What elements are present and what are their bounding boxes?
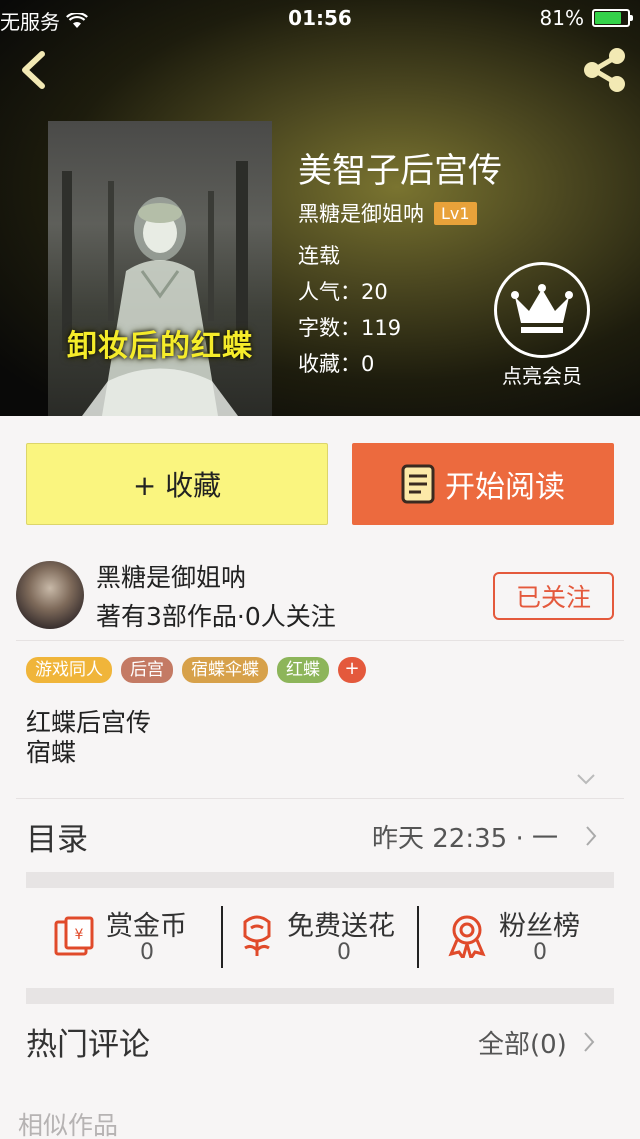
book-cover[interactable]: 卸妆后的红蝶	[48, 121, 272, 416]
chevron-right-icon[interactable]	[582, 1030, 596, 1054]
reward-fan-rank[interactable]: 粉丝榜 0	[419, 888, 614, 986]
author-avatar[interactable]	[16, 561, 84, 629]
battery-percent: 81%	[539, 6, 584, 30]
start-reading-button[interactable]: 开始阅读	[352, 443, 614, 525]
follow-button[interactable]: 已关注	[493, 572, 614, 620]
author-card-stats: 著有3部作品·0人关注	[96, 602, 336, 631]
reward-fan-rank-label: 粉丝榜	[499, 911, 580, 942]
flower-icon	[243, 915, 271, 956]
book-description: 红蝶后宫传 宿蝶	[26, 708, 151, 768]
hot-comments-label: 热门评论	[26, 1027, 150, 1063]
share-button[interactable]	[580, 46, 630, 94]
medal-icon	[448, 915, 486, 958]
chevron-down-icon[interactable]	[576, 772, 596, 786]
status-right: 81%	[539, 6, 633, 30]
tag-list: 游戏同人 后宫 宿蝶伞蝶 红蝶 +	[26, 657, 366, 683]
section-separator	[26, 988, 614, 1004]
book-title: 美智子后宫传	[298, 151, 502, 191]
vip-button[interactable]: 点亮会员	[492, 262, 592, 392]
follow-button-label: 已关注	[515, 583, 591, 612]
favorite-count: 收藏：0	[298, 352, 375, 376]
divider	[16, 640, 624, 641]
reward-flowers-label: 免费送花	[287, 911, 395, 942]
author-card-name[interactable]: 黑糖是御姐呐	[96, 558, 246, 594]
reward-coins-label: 赏金币	[106, 911, 187, 942]
chevron-left-icon	[22, 51, 45, 89]
favorite-button-label: + 收藏	[132, 469, 222, 502]
description-line: 宿蝶	[26, 738, 77, 767]
chevron-right-icon[interactable]	[584, 824, 598, 848]
cover-illustration	[62, 161, 248, 416]
back-button[interactable]	[14, 48, 54, 92]
reward-bar: ¥ 赏金币 0 免费送花 0 粉丝榜 0	[26, 888, 614, 986]
tag-chip[interactable]: 后宫	[121, 657, 173, 683]
level-badge: Lv1	[434, 201, 477, 225]
book-header: 无服务 01:56 81% 卸妆后的红蝶 美智子后宫传 黑糖是御姐呐 Lv1 连…	[0, 0, 640, 416]
description-line: 红蝶后宫传	[26, 708, 152, 737]
serial-status: 连载	[298, 244, 340, 268]
tag-chip[interactable]: 游戏同人	[26, 657, 112, 683]
toc-label[interactable]: 目录	[26, 814, 88, 859]
toc-latest-update[interactable]: 昨天 22:35 · 一	[372, 818, 558, 855]
all-comments-link[interactable]: 全部(0)	[478, 1024, 567, 1061]
cover-title-text: 卸妆后的红蝶	[67, 329, 253, 364]
battery-fill	[595, 12, 621, 24]
battery-icon	[592, 9, 633, 27]
reward-coins-count: 0	[140, 940, 154, 965]
favorite-button[interactable]: + 收藏	[26, 443, 328, 525]
add-tag-button[interactable]: +	[338, 657, 366, 683]
svg-text:¥: ¥	[75, 927, 84, 943]
reward-coins[interactable]: ¥ 赏金币 0	[26, 888, 222, 986]
status-bar: 无服务 01:56 81%	[0, 0, 640, 38]
section-separator	[26, 872, 614, 888]
tag-chip[interactable]: 红蝶	[277, 657, 329, 683]
reward-flowers-count: 0	[337, 940, 351, 965]
vip-badge	[494, 262, 590, 358]
red-envelope-icon: ¥	[54, 916, 94, 956]
popularity-count: 人气：20	[298, 280, 388, 304]
book-icon	[401, 464, 435, 504]
divider	[16, 798, 624, 799]
tag-chip[interactable]: 宿蝶伞蝶	[182, 657, 268, 683]
crown-icon	[511, 284, 573, 333]
vip-label: 点亮会员	[502, 364, 582, 388]
similar-works-label: 相似作品	[18, 1111, 119, 1139]
share-icon	[584, 48, 625, 92]
word-count: 字数：119	[298, 316, 402, 340]
author-name[interactable]: 黑糖是御姐呐	[298, 198, 424, 228]
author-line: 黑糖是御姐呐 Lv1	[298, 198, 477, 228]
reward-fan-rank-count: 0	[533, 940, 547, 965]
start-reading-label: 开始阅读	[445, 470, 565, 505]
reward-flowers[interactable]: 免费送花 0	[223, 888, 419, 986]
